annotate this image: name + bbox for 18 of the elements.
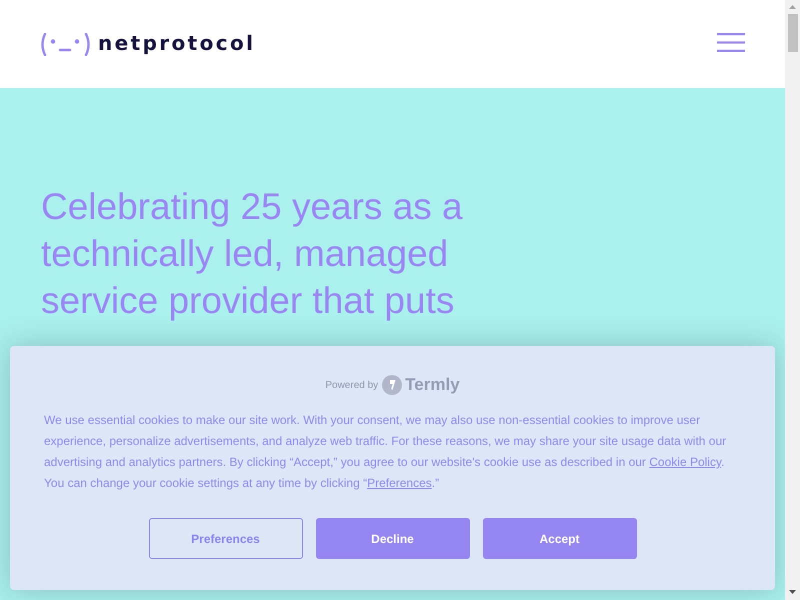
logo-face-icon — [40, 32, 91, 56]
scroll-up-arrow-icon[interactable] — [789, 5, 796, 9]
cookie-message: We use essential cookies to make our site work. With your consent, we may also use non-essential cookies to improve user experience, personalize advertisements, and analyze web traffic. For these reasons, we may share your site usage data with our advertising and analytics partners. By clicking “Accept,” you agree to our website's cookie use as described in our Cookie Policy. You can change your cookie settings at any time by clicking “Preferences.” — [43, 412, 728, 492]
cookie-link[interactable]: Cookie Policy — [649, 455, 722, 469]
cookie-button[interactable]: Accept — [482, 518, 636, 559]
menu-icon — [717, 33, 745, 52]
logo-wordmark[interactable]: netprotocol — [98, 32, 256, 52]
hero-heading: Celebrating 25 years as a technically led, managed service provider that puts — [41, 185, 464, 323]
brand-logo-icon — [382, 375, 402, 395]
scrollbar-thumb[interactable] — [788, 14, 798, 52]
cookie-button[interactable]: Preferences — [148, 518, 302, 559]
menu-button[interactable] — [717, 33, 745, 52]
cookie-link[interactable]: Preferences — [367, 476, 432, 490]
cookie-button[interactable]: Decline — [316, 518, 470, 559]
scrollbar-track[interactable] — [785, 0, 800, 600]
powered-by-label: Powered by — [325, 378, 378, 392]
brand-name: Termly — [405, 374, 460, 396]
scroll-down-arrow-icon[interactable] — [789, 590, 796, 594]
